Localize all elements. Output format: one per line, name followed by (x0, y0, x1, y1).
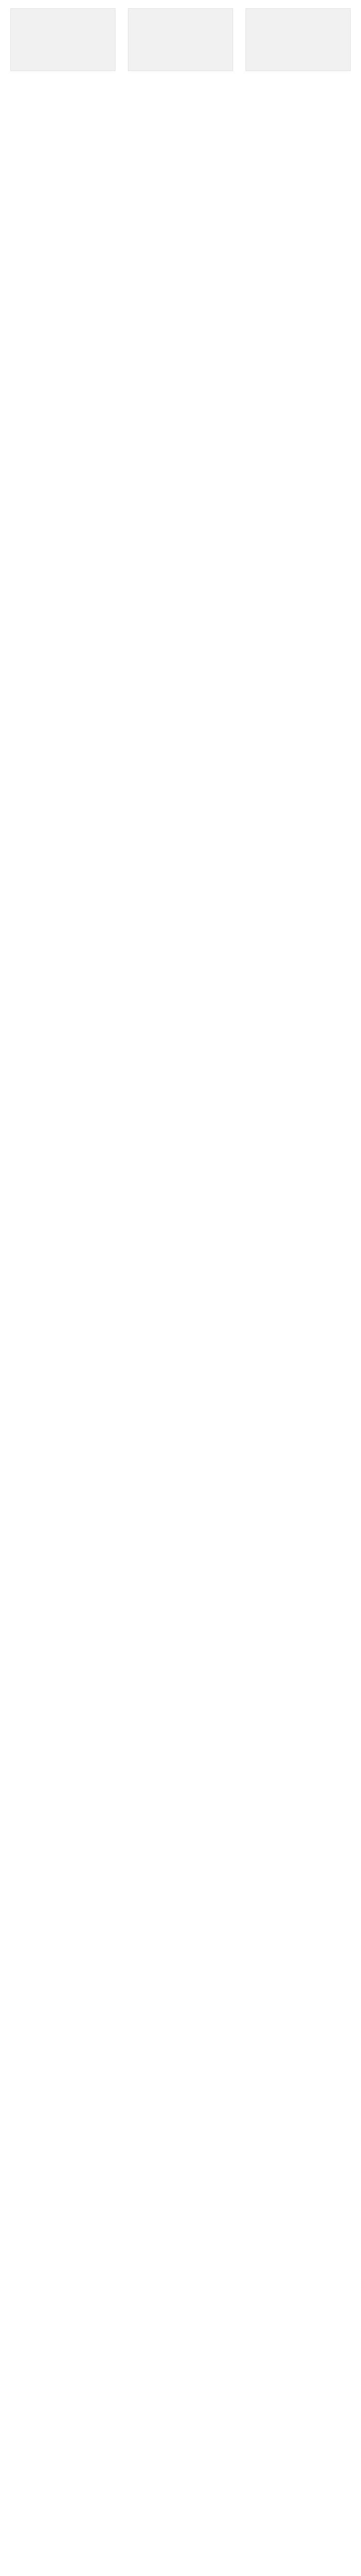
product-image[interactable] (245, 8, 351, 71)
product-rating (10, 98, 116, 104)
product-title[interactable] (245, 74, 351, 89)
product-card[interactable] (128, 8, 233, 104)
product-rating (128, 98, 233, 104)
product-rating (245, 98, 351, 104)
product-price (245, 90, 351, 97)
product-price (128, 90, 233, 97)
product-card[interactable] (245, 8, 351, 104)
product-card[interactable] (10, 8, 116, 104)
product-image[interactable] (10, 8, 116, 71)
product-grid (0, 0, 361, 112)
product-title[interactable] (128, 74, 233, 89)
product-price (10, 90, 116, 97)
product-title[interactable] (10, 74, 116, 89)
product-image[interactable] (128, 8, 233, 71)
